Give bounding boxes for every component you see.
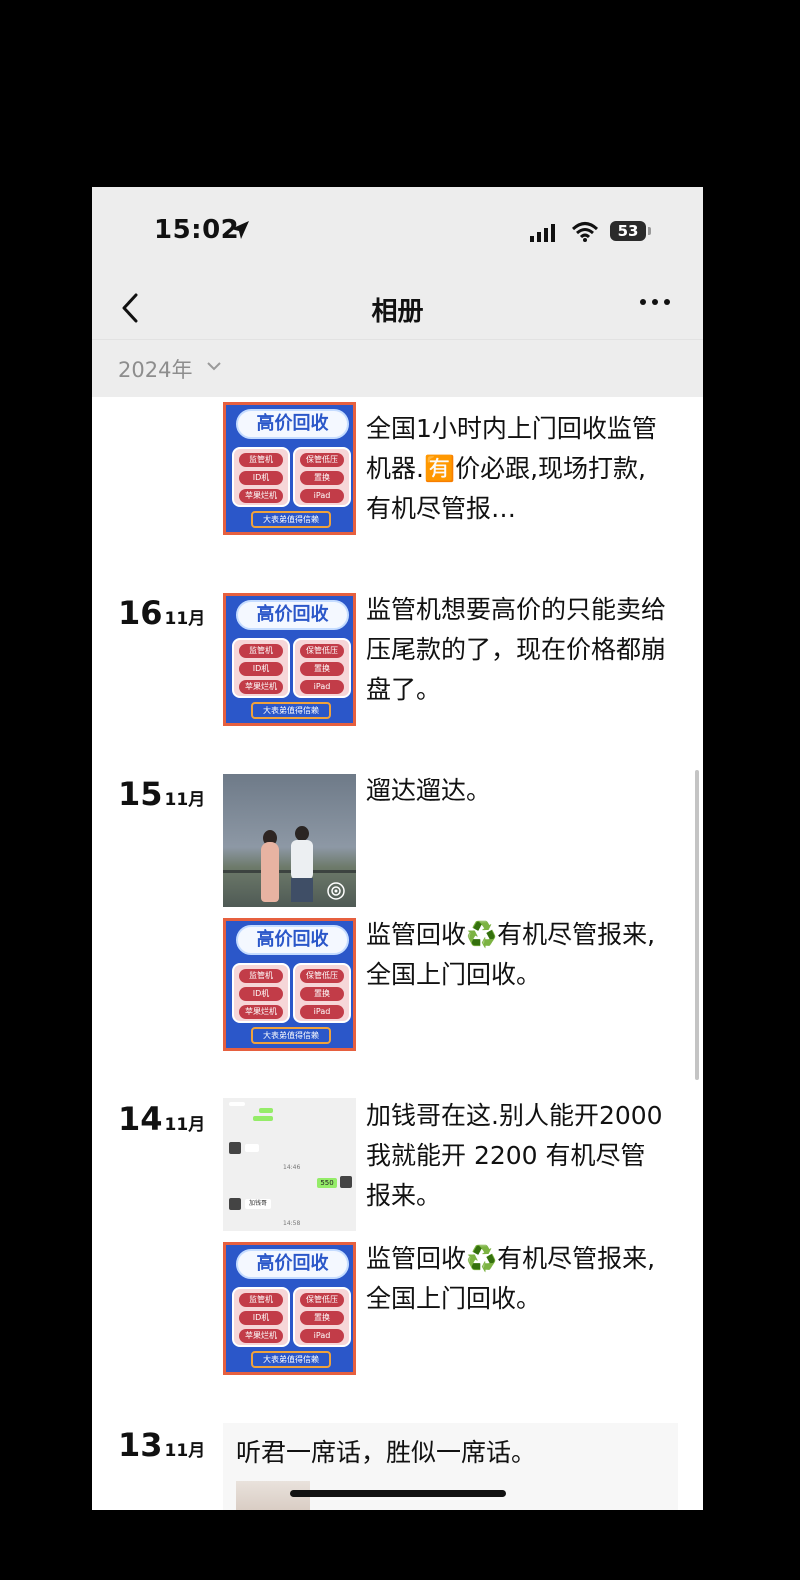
post-image-promo[interactable]: 高价回收 监管机 ID机 苹果烂机 保管低压 置换 iPad 大表弟值得信赖 (223, 918, 356, 1051)
post-caption[interactable]: 加钱哥在这.别人能开2000 我就能开 2200 有机尽管报来。 (366, 1096, 666, 1216)
wifi-icon (571, 222, 599, 242)
scrollbar[interactable] (695, 770, 699, 1080)
chevron-down-icon[interactable] (207, 362, 221, 371)
post-caption[interactable]: 听君一席话，胜似一席话。 (236, 1433, 536, 1473)
promo-title: 高价回收 (236, 1249, 349, 1279)
post-date: 13 11月 (118, 1426, 206, 1464)
post-date: 15 11月 (118, 775, 206, 813)
promo-right-box: 保管低压 置换 iPad (293, 447, 351, 507)
live-photo-icon (327, 882, 345, 900)
promo-graphic: 高价回收 监管机 ID机 苹果烂机 保管低压 置换 iPad 大表弟值得信赖 (223, 402, 356, 535)
battery-cap (648, 227, 651, 235)
promo-footer: 大表弟值得信赖 (251, 1351, 331, 1368)
promo-title: 高价回收 (236, 409, 349, 439)
location-arrow-icon (231, 221, 249, 239)
battery-icon: 53 (610, 221, 646, 241)
promo-right-box: 保管低压 置换 iPad (293, 638, 351, 698)
promo-title: 高价回收 (236, 600, 349, 630)
promo-left-box: 监管机 ID机 苹果烂机 (232, 963, 290, 1023)
post-image-promo[interactable]: 高价回收 监管机 ID机 苹果烂机 保管低压 置换 iPad 大表弟值得信赖 (223, 402, 356, 535)
home-indicator[interactable] (290, 1490, 506, 1497)
phone-screen: 15:02 53 相册 2024年 高价回收 监管机 ID机 苹果烂机 保管低压… (92, 187, 703, 1510)
promo-left-box: 监管机 ID机 苹果烂机 (232, 1287, 290, 1347)
promo-footer: 大表弟值得信赖 (251, 1027, 331, 1044)
cellular-signal-icon (530, 224, 555, 242)
post-image-promo[interactable]: 高价回收 监管机 ID机 苹果烂机 保管低压 置换 iPad 大表弟值得信赖 (223, 1242, 356, 1375)
status-bar: 15:02 53 (92, 187, 703, 277)
status-time: 15:02 (154, 215, 240, 245)
promo-right-box: 保管低压 置换 iPad (293, 963, 351, 1023)
promo-footer: 大表弟值得信赖 (251, 511, 331, 528)
post-caption[interactable]: 监管回收♻️有机尽管报来,全国上门回收。 (366, 915, 666, 995)
promo-graphic: 高价回收 监管机 ID机 苹果烂机 保管低压 置换 iPad 大表弟值得信赖 (223, 1242, 356, 1375)
post-caption[interactable]: 监管机想要高价的只能卖给压尾款的了，现在价格都崩盘了。 (366, 590, 666, 710)
post-caption[interactable]: 监管回收♻️有机尽管报来,全国上门回收。 (366, 1239, 666, 1319)
promo-graphic: 高价回收 监管机 ID机 苹果烂机 保管低压 置换 iPad 大表弟值得信赖 (223, 593, 356, 726)
page-title: 相册 (371, 297, 424, 327)
post-image-photo[interactable] (223, 774, 356, 907)
post-date: 16 11月 (118, 594, 206, 632)
post-image-chat-screenshot[interactable]: 14:46 550 加钱哥 14:58 (223, 1098, 356, 1231)
more-options-icon[interactable] (640, 299, 670, 305)
promo-graphic: 高价回收 监管机 ID机 苹果烂机 保管低压 置换 iPad 大表弟值得信赖 (223, 918, 356, 1051)
promo-left-box: 监管机 ID机 苹果烂机 (232, 638, 290, 698)
post-caption[interactable]: 全国1小时内上门回收监管机器.🈶价必跟,现场打款,有机尽管报… (366, 409, 666, 529)
promo-title: 高价回收 (236, 925, 349, 955)
post-image-promo[interactable]: 高价回收 监管机 ID机 苹果烂机 保管低压 置换 iPad 大表弟值得信赖 (223, 593, 356, 726)
post-caption[interactable]: 遛达遛达。 (366, 771, 666, 811)
promo-footer: 大表弟值得信赖 (251, 702, 331, 719)
year-filter[interactable]: 2024年 (118, 354, 192, 384)
post-date: 14 11月 (118, 1100, 206, 1138)
album-feed[interactable]: 高价回收 监管机 ID机 苹果烂机 保管低压 置换 iPad 大表弟值得信赖 全… (92, 397, 703, 1510)
promo-left-box: 监管机 ID机 苹果烂机 (232, 447, 290, 507)
year-filter-bar: 2024年 (92, 339, 703, 398)
promo-right-box: 保管低压 置换 iPad (293, 1287, 351, 1347)
nav-bar: 相册 (92, 277, 703, 339)
